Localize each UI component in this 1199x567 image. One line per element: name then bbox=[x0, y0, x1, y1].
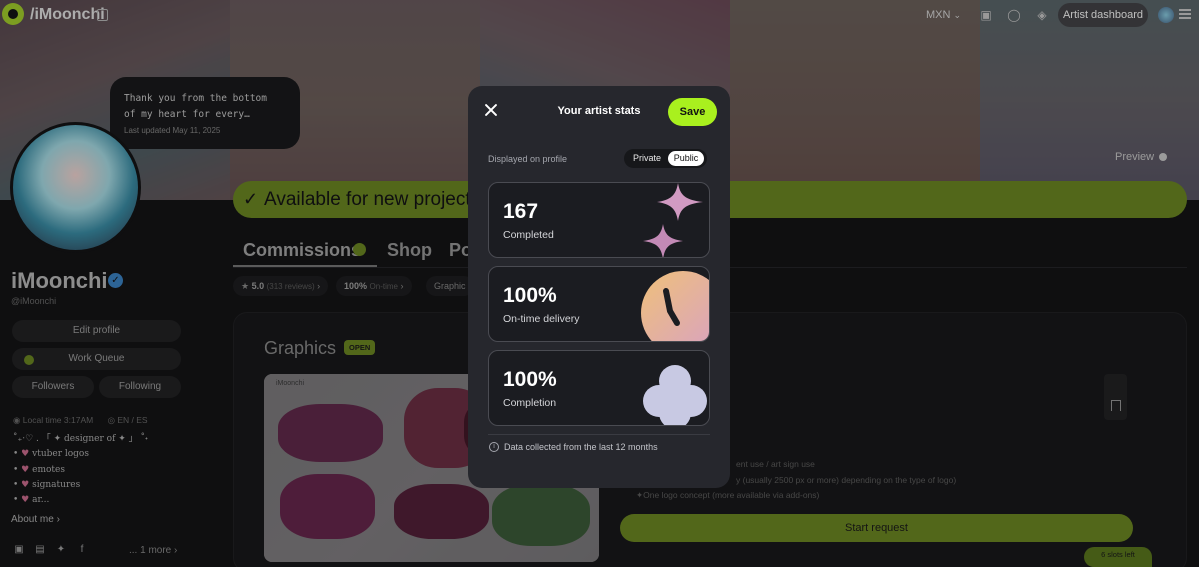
clock-icon bbox=[641, 271, 709, 341]
stat-value: 100% bbox=[503, 368, 557, 391]
save-button[interactable]: Save bbox=[668, 98, 717, 126]
stat-card-completion: 100% Completion bbox=[488, 350, 710, 426]
stat-card-ontime: 100% On-time delivery bbox=[488, 266, 710, 342]
data-note: Data collected from the last 12 months bbox=[504, 442, 658, 452]
stat-value: 100% bbox=[503, 284, 557, 307]
stat-label: On-time delivery bbox=[503, 313, 580, 325]
info-icon: i bbox=[489, 442, 499, 452]
toggle-public[interactable]: Public bbox=[668, 151, 704, 166]
modal-divider bbox=[488, 434, 710, 435]
visibility-toggle[interactable]: Private Public bbox=[624, 149, 707, 168]
stat-card-completed: 167 Completed bbox=[488, 182, 710, 258]
flower-icon bbox=[643, 365, 707, 425]
displayed-on-profile-label: Displayed on profile bbox=[488, 154, 568, 164]
toggle-private[interactable]: Private bbox=[628, 151, 666, 166]
stat-label: Completed bbox=[503, 229, 554, 241]
sparkle-icon bbox=[643, 183, 703, 257]
stat-label: Completion bbox=[503, 397, 557, 409]
artist-stats-modal: Your artist stats Save Displayed on prof… bbox=[468, 86, 730, 488]
stat-value: 167 bbox=[503, 200, 539, 223]
